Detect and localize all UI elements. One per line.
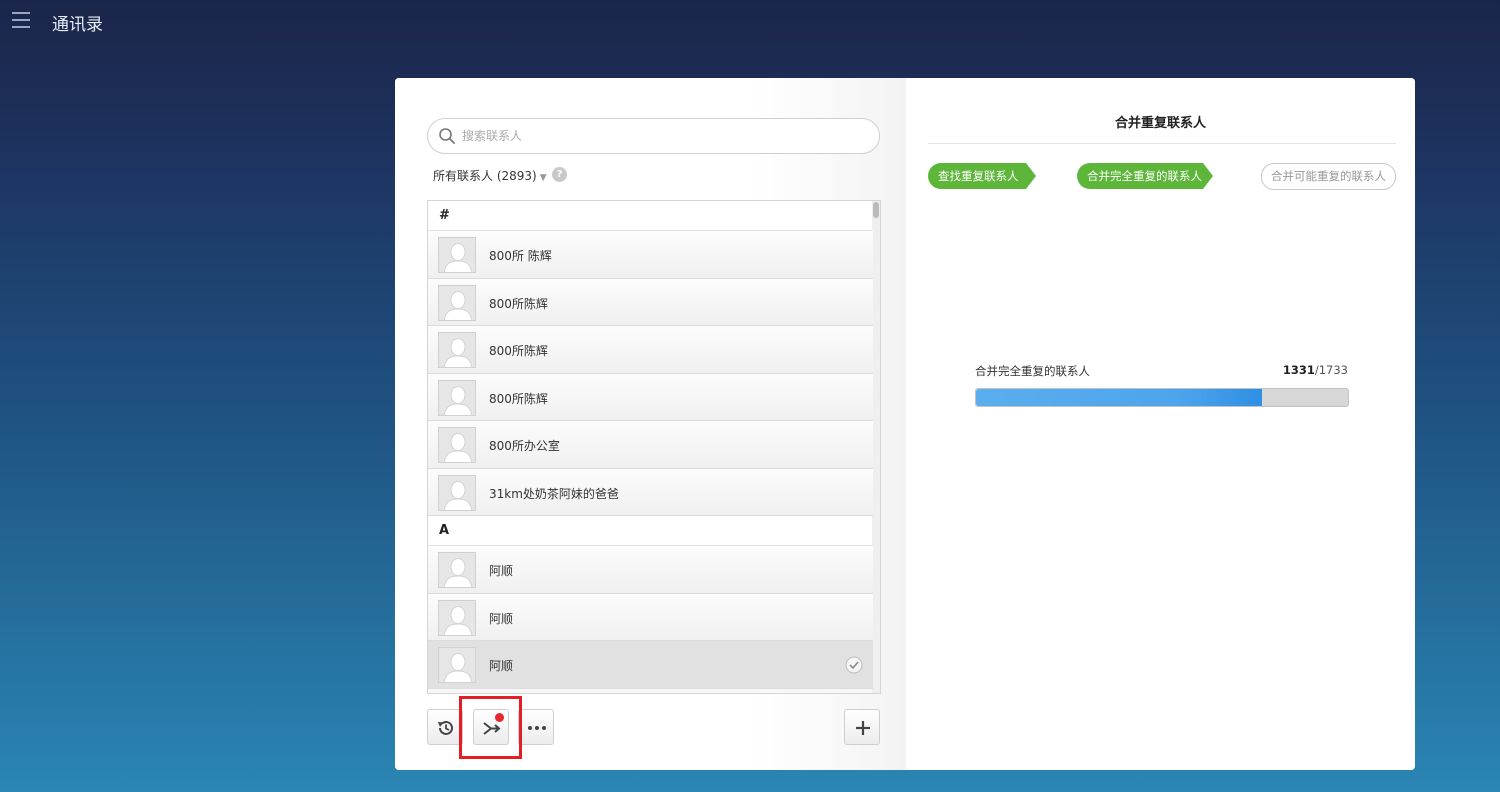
step-find-duplicates: 查找重复联系人 bbox=[928, 163, 1036, 189]
top-bar: 通讯录 bbox=[0, 0, 1500, 44]
check-icon[interactable] bbox=[845, 656, 863, 674]
contact-name: 阿顺 bbox=[489, 564, 514, 578]
contact-name: 800所办公室 bbox=[489, 439, 560, 453]
plus-icon bbox=[856, 721, 870, 735]
section-header: # bbox=[428, 201, 873, 231]
contact-name: 31km处奶茶阿妹的爸爸 bbox=[489, 486, 619, 501]
contact-name: 阿顺 bbox=[489, 659, 514, 673]
help-icon[interactable]: ? bbox=[552, 167, 567, 182]
progress-count: 1331/1733 bbox=[1283, 363, 1348, 377]
default-avatar-icon bbox=[439, 600, 475, 635]
contact-row[interactable]: 800所 陈辉 bbox=[428, 231, 873, 279]
divider bbox=[928, 143, 1396, 144]
add-contact-button[interactable] bbox=[844, 709, 880, 745]
default-avatar-icon bbox=[439, 553, 475, 587]
contacts-pane: 所有联系人 (2893)▼ ? #800所 陈辉 800所陈辉 800所陈辉 800所… bbox=[395, 78, 906, 770]
progress-label: 合并完全重复的联系人 bbox=[975, 364, 1090, 378]
app-title: 通讯录 bbox=[52, 15, 103, 35]
contact-row[interactable]: 阿顺 bbox=[428, 641, 873, 689]
default-avatar-icon bbox=[439, 648, 475, 682]
search-icon bbox=[439, 128, 455, 144]
contact-name: 阿顺 bbox=[489, 611, 514, 626]
contact-filter-dropdown[interactable]: 所有联系人 (2893) ▼ bbox=[433, 167, 547, 184]
contact-row[interactable]: 31km处奶茶阿妹的爸爸 bbox=[428, 468, 873, 516]
contact-name: 800所陈辉 bbox=[489, 296, 548, 311]
history-icon bbox=[438, 720, 453, 735]
default-avatar-icon bbox=[439, 285, 475, 320]
step-merge-exact-duplicates: 合并完全重复的联系人 bbox=[1077, 163, 1213, 189]
avatar bbox=[438, 237, 476, 273]
avatar bbox=[438, 647, 476, 683]
contact-row[interactable]: 800所陈辉 bbox=[428, 373, 873, 421]
contact-name: 800所陈辉 bbox=[489, 344, 548, 358]
chevron-down-icon: ▼ bbox=[539, 173, 547, 183]
progress-total: 1733 bbox=[1318, 363, 1348, 377]
default-avatar-icon bbox=[439, 380, 475, 415]
contact-row[interactable]: 阿顺 bbox=[428, 593, 873, 641]
avatar bbox=[438, 474, 476, 511]
default-avatar-icon bbox=[439, 428, 475, 462]
contact-row[interactable]: 800所陈辉 bbox=[428, 278, 873, 326]
search-input[interactable] bbox=[462, 125, 862, 147]
history-button[interactable] bbox=[427, 709, 463, 745]
menu-icon[interactable] bbox=[12, 12, 30, 28]
avatar bbox=[438, 599, 476, 636]
progress-bar bbox=[975, 388, 1349, 407]
avatar bbox=[438, 552, 476, 588]
contact-name: 800所陈辉 bbox=[489, 391, 548, 406]
contact-row[interactable]: 800所办公室 bbox=[428, 421, 873, 469]
avatar bbox=[438, 379, 476, 416]
avatar bbox=[438, 284, 476, 321]
progress-bar-fill bbox=[976, 389, 1262, 406]
progress-current: 1331 bbox=[1282, 363, 1315, 377]
more-button[interactable] bbox=[518, 709, 554, 745]
avatar bbox=[438, 332, 476, 368]
contact-row[interactable]: 800所陈辉 bbox=[428, 326, 873, 374]
contact-list[interactable]: #800所 陈辉 800所陈辉 800所陈辉 800所陈辉 800所办公室 31km处奶茶… bbox=[427, 200, 881, 694]
step-merge-possible-duplicates[interactable]: 合并可能重复的联系人 bbox=[1261, 163, 1396, 190]
default-avatar-icon bbox=[439, 238, 475, 272]
section-header: A bbox=[428, 516, 873, 546]
contact-name: 800所 陈辉 bbox=[489, 249, 552, 263]
default-avatar-icon bbox=[439, 475, 475, 510]
merge-panel: 合并重复联系人 查找重复联系人 合并完全重复的联系人 合并可能重复的联系人 合并… bbox=[906, 78, 1415, 770]
search-box[interactable] bbox=[427, 118, 880, 154]
contact-filter-label: 所有联系人 (2893) bbox=[433, 169, 537, 183]
merge-panel-title: 合并重复联系人 bbox=[1114, 116, 1206, 131]
scrollbar[interactable] bbox=[872, 201, 880, 693]
default-avatar-icon bbox=[439, 333, 475, 367]
scrollbar-thumb[interactable] bbox=[873, 202, 879, 218]
more-icon bbox=[528, 726, 546, 730]
contact-row[interactable]: 阿顺 bbox=[428, 546, 873, 594]
highlight-annotation bbox=[459, 696, 522, 759]
contacts-card: 所有联系人 (2893)▼ ? #800所 陈辉 800所陈辉 800所陈辉 800所… bbox=[395, 78, 1415, 770]
avatar bbox=[438, 427, 476, 463]
